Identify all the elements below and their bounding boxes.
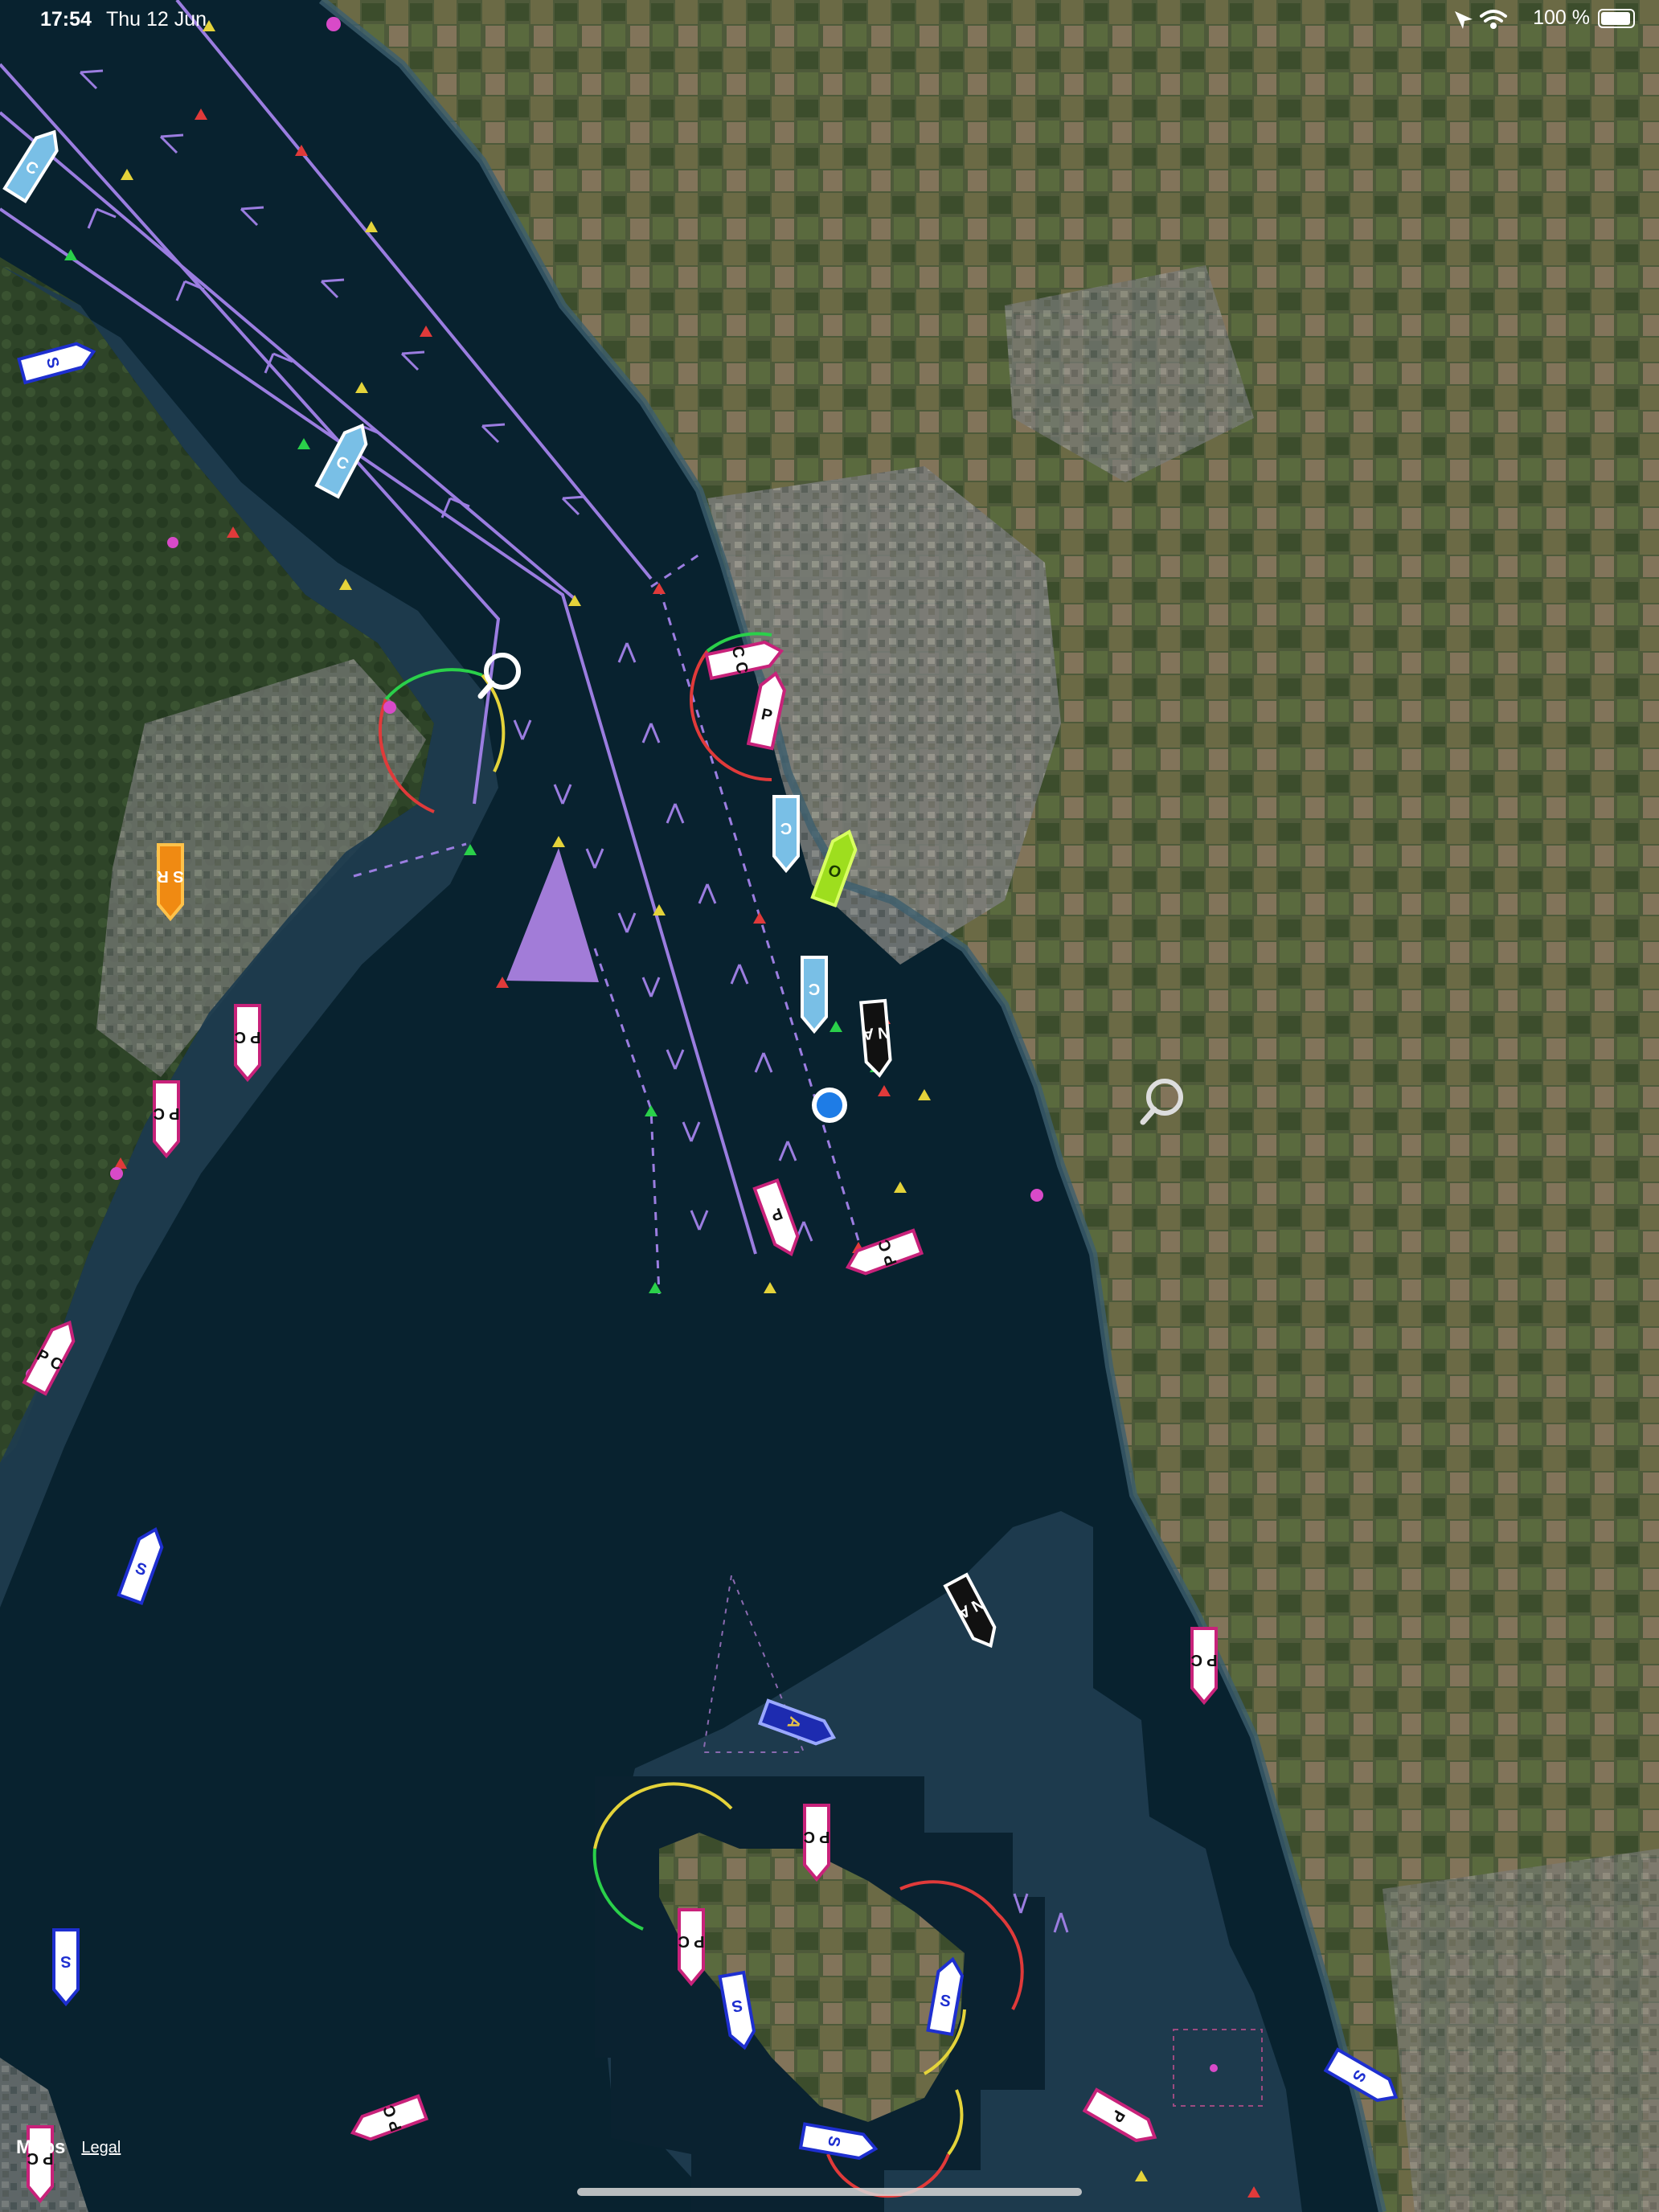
status-bar: 17:54 Thu 12 Jun 100 % xyxy=(0,0,1659,39)
vessel-white-icon[interactable]: P C xyxy=(153,1080,180,1159)
own-position-marker xyxy=(812,1088,847,1123)
vessel-label: C xyxy=(780,819,792,837)
vessel-label: C xyxy=(809,980,820,997)
vessel-label: S xyxy=(60,1952,71,1970)
legal-link[interactable]: Legal xyxy=(81,2139,121,2157)
vessel-label: P C xyxy=(1191,1651,1218,1669)
maps-logo: Maps xyxy=(16,2136,66,2158)
home-indicator[interactable] xyxy=(577,2188,1082,2196)
vessel-label: N A xyxy=(862,1023,890,1043)
status-time: 17:54 xyxy=(40,8,92,31)
vessel-white-icon[interactable]: P C xyxy=(803,1804,830,1882)
status-right: 100 % xyxy=(1473,6,1635,30)
vessel-white-icon[interactable]: P C xyxy=(234,1004,261,1083)
battery-icon xyxy=(1598,8,1635,28)
vessel-white-icon[interactable]: P C xyxy=(1190,1627,1218,1706)
status-date: Thu 12 Jun xyxy=(106,8,207,31)
vessel-blue-icon[interactable]: S xyxy=(52,1928,80,2007)
vessel-label: P C xyxy=(154,1104,180,1122)
battery-percentage: 100 % xyxy=(1533,6,1590,29)
vessel-light-blue-icon[interactable]: C xyxy=(801,956,828,1034)
nautical-map[interactable]: CSCS RP CP CP CC CPCOCN APP CSN AAP CP C… xyxy=(0,0,1659,2212)
vessel-orange-icon[interactable]: S R xyxy=(157,843,184,922)
city-south-east xyxy=(1382,1849,1659,2212)
vessel-light-blue-icon[interactable]: C xyxy=(772,795,800,874)
vessel-label: S R xyxy=(157,867,184,885)
vessel-white-icon[interactable]: P C xyxy=(678,1908,705,1987)
vessel-label: P C xyxy=(235,1028,261,1046)
vessel-label: P C xyxy=(678,1932,705,1950)
map-attribution: Maps Legal xyxy=(16,2136,121,2159)
vessel-label: P C xyxy=(804,1828,830,1845)
